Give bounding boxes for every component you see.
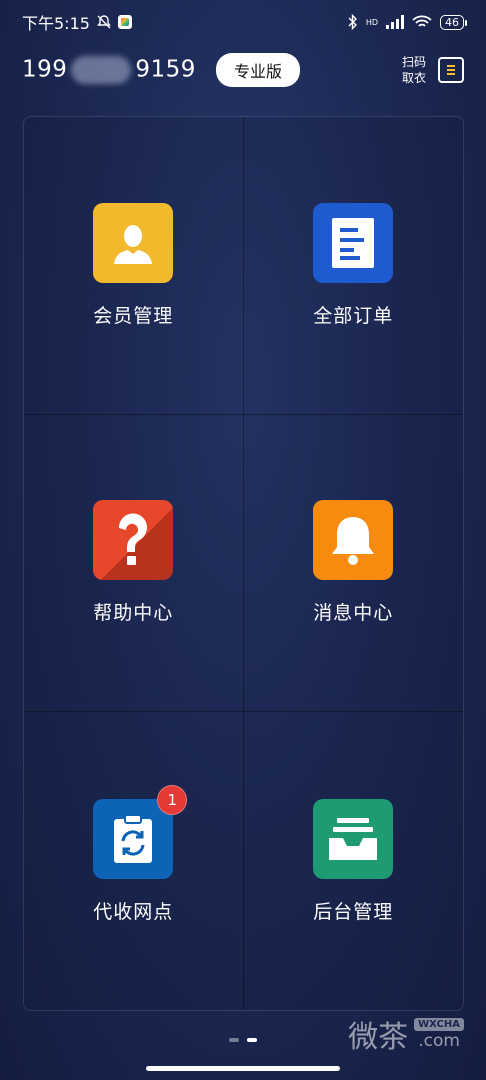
tile-label: 全部订单 bbox=[313, 304, 394, 327]
alarm-off-icon bbox=[97, 15, 111, 29]
status-left: 下午5:15 bbox=[22, 10, 132, 34]
signal-icon bbox=[386, 15, 404, 29]
status-right: HD 46 bbox=[348, 14, 467, 30]
phone-prefix: 199 bbox=[22, 56, 68, 83]
watermark-side: WXCHA .com bbox=[414, 1017, 464, 1051]
wifi-icon bbox=[412, 15, 432, 27]
scan-pickup-label: 扫码 取衣 bbox=[402, 54, 426, 86]
tile-label: 会员管理 bbox=[93, 304, 174, 327]
help-icon bbox=[93, 500, 174, 581]
scan-icon bbox=[438, 57, 464, 83]
tile-backend-management[interactable]: 后台管理 bbox=[244, 712, 464, 1010]
phone-blur-mask bbox=[71, 56, 132, 84]
tile-label: 消息中心 bbox=[313, 602, 394, 625]
home-indicator[interactable] bbox=[146, 1066, 340, 1071]
bluetooth-icon bbox=[348, 14, 357, 30]
tile-label: 帮助中心 bbox=[93, 602, 174, 625]
clipboard-sync-icon: 1 bbox=[93, 784, 188, 879]
status-bar: 下午5:15 HD 46 bbox=[0, 0, 486, 44]
scan-label-line2: 取衣 bbox=[401, 71, 426, 85]
edition-badge[interactable]: 专业版 bbox=[215, 53, 300, 87]
tile-label: 代收网点 bbox=[93, 900, 174, 923]
page-indicator bbox=[0, 1038, 486, 1042]
tile-all-orders[interactable]: 全部订单 bbox=[243, 117, 463, 415]
page-dot[interactable] bbox=[229, 1038, 239, 1042]
member-icon bbox=[93, 202, 174, 283]
notification-badge: 1 bbox=[157, 784, 188, 815]
account-phone: 199 9159 bbox=[22, 56, 196, 84]
tile-label: 后台管理 bbox=[313, 900, 394, 923]
header: 199 9159 专业版 扫码 取衣 bbox=[0, 48, 486, 92]
battery-indicator: 46 bbox=[440, 14, 467, 30]
menu-grid: 会员管理 全部订单 帮助中心 消息中心 1 代收网点 后台管理 bbox=[23, 116, 464, 1011]
tile-help-center[interactable]: 帮助中心 bbox=[24, 414, 244, 713]
status-time: 下午5:15 bbox=[22, 14, 90, 33]
network-type: HD bbox=[365, 17, 378, 27]
app-notification-icon bbox=[117, 15, 132, 29]
bell-icon bbox=[313, 500, 394, 581]
scan-pickup-button[interactable]: 扫码 取衣 bbox=[402, 54, 464, 86]
page-dot-active[interactable] bbox=[247, 1038, 257, 1042]
tile-member-management[interactable]: 会员管理 bbox=[24, 117, 244, 415]
tile-message-center[interactable]: 消息中心 bbox=[243, 415, 463, 713]
orders-icon bbox=[313, 202, 394, 283]
tile-pickup-points[interactable]: 1 代收网点 bbox=[24, 712, 244, 1010]
watermark-logo: 微茶 WXCHA .com bbox=[348, 1012, 464, 1056]
watermark-main: 微茶 bbox=[348, 1020, 409, 1055]
scan-label-line1: 扫码 bbox=[401, 55, 426, 69]
phone-suffix: 9159 bbox=[135, 56, 196, 83]
inbox-tray-icon bbox=[313, 798, 394, 879]
watermark-badge: WXCHA bbox=[414, 1017, 464, 1031]
